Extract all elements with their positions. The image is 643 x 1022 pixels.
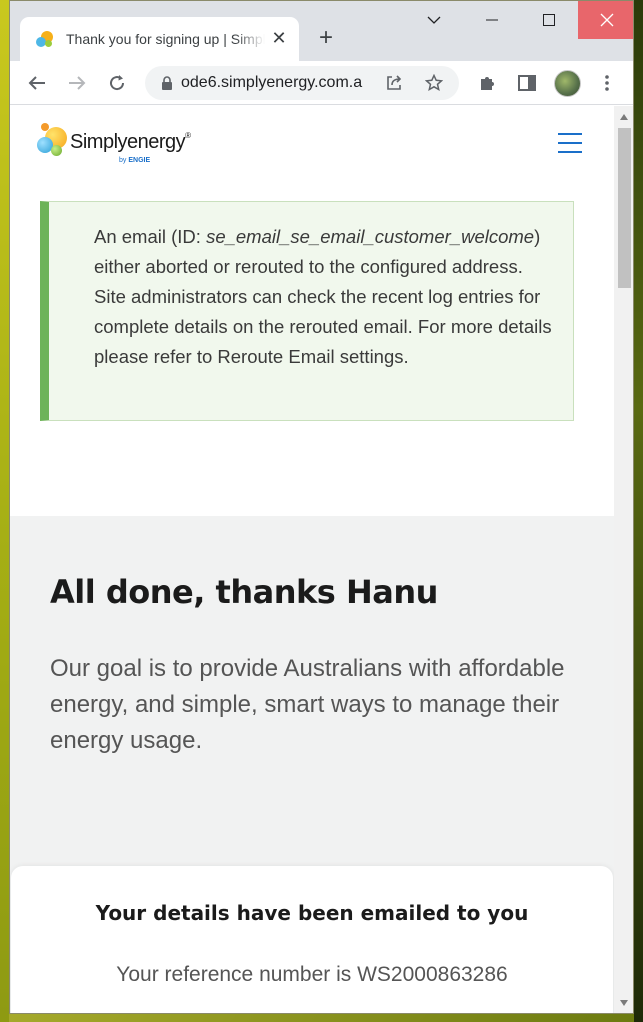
page-title: All done, thanks Hanu xyxy=(50,573,438,611)
minimize-window-button[interactable] xyxy=(464,1,520,39)
share-icon[interactable] xyxy=(385,74,403,92)
hamburger-menu-icon[interactable] xyxy=(558,133,582,153)
scrollbar-thumb[interactable] xyxy=(618,128,631,288)
lock-icon[interactable] xyxy=(161,76,173,90)
more-menu-icon[interactable] xyxy=(593,69,621,97)
logo-registered-mark: ® xyxy=(185,131,191,140)
scroll-up-arrow-icon[interactable] xyxy=(620,114,628,120)
thanks-body-text: Our goal is to provide Australians with … xyxy=(50,655,565,754)
new-tab-button[interactable]: + xyxy=(314,26,338,51)
reload-icon[interactable] xyxy=(103,69,131,97)
details-title: Your details have been emailed to you xyxy=(95,901,529,925)
site-header: Simplyenergy® by ENGIE xyxy=(10,106,614,186)
extensions-puzzle-icon[interactable] xyxy=(473,69,501,97)
alert-suffix: ) either aborted or rerouted to the conf… xyxy=(94,226,552,367)
browser-window: Thank you for signing up | Simply Energy… xyxy=(9,0,634,1014)
logo-sub-by: by xyxy=(119,157,127,164)
close-window-button[interactable] xyxy=(578,1,633,39)
logo-sub-brand: ENGIE xyxy=(128,157,151,164)
details-card: Your details have been emailed to you Yo… xyxy=(11,866,613,1013)
bookmark-star-icon[interactable] xyxy=(425,74,443,92)
logo-balls-icon xyxy=(37,123,69,159)
address-bar[interactable]: ode6.simplyenergy.com.au xyxy=(145,66,459,100)
desktop-background-right xyxy=(634,0,643,1022)
simply-energy-logo[interactable]: Simplyenergy® by ENGIE xyxy=(37,123,197,167)
profile-avatar[interactable] xyxy=(554,70,581,97)
forward-arrow-icon[interactable] xyxy=(63,69,91,97)
browser-toolbar: ode6.simplyenergy.com.au xyxy=(10,61,633,105)
scroll-down-arrow-icon[interactable] xyxy=(620,1000,628,1006)
tab-title: Thank you for signing up | Simply Energy xyxy=(66,31,265,47)
simply-energy-favicon-icon xyxy=(36,30,54,48)
alert-prefix: An email (ID: xyxy=(94,226,207,247)
alert-email-id: se_email_se_email_customer_welcome xyxy=(206,226,535,247)
maximize-window-button[interactable] xyxy=(521,1,577,39)
url-text[interactable]: ode6.simplyenergy.com.au xyxy=(181,74,363,92)
reroute-email-alert: An email (ID: se_email_se_email_customer… xyxy=(40,201,574,421)
reference-number-text: Your reference number is WS2000863286 xyxy=(116,963,508,986)
tab-search-chevron-down-icon[interactable] xyxy=(406,1,462,39)
page-viewport: Simplyenergy® by ENGIE An email (ID: se_… xyxy=(10,106,614,1013)
browser-tab[interactable]: Thank you for signing up | Simply Energy… xyxy=(20,17,299,61)
page-scrollbar[interactable] xyxy=(614,106,633,1013)
desktop-background-left xyxy=(0,0,9,1022)
logo-text: Simplyenergy xyxy=(70,131,186,153)
back-arrow-icon[interactable] xyxy=(23,69,51,97)
tab-close-icon[interactable]: ✕ xyxy=(269,29,289,49)
alert-message: An email (ID: se_email_se_email_customer… xyxy=(94,222,553,372)
tab-strip: Thank you for signing up | Simply Energy… xyxy=(10,1,633,61)
side-panel-icon[interactable] xyxy=(513,69,541,97)
